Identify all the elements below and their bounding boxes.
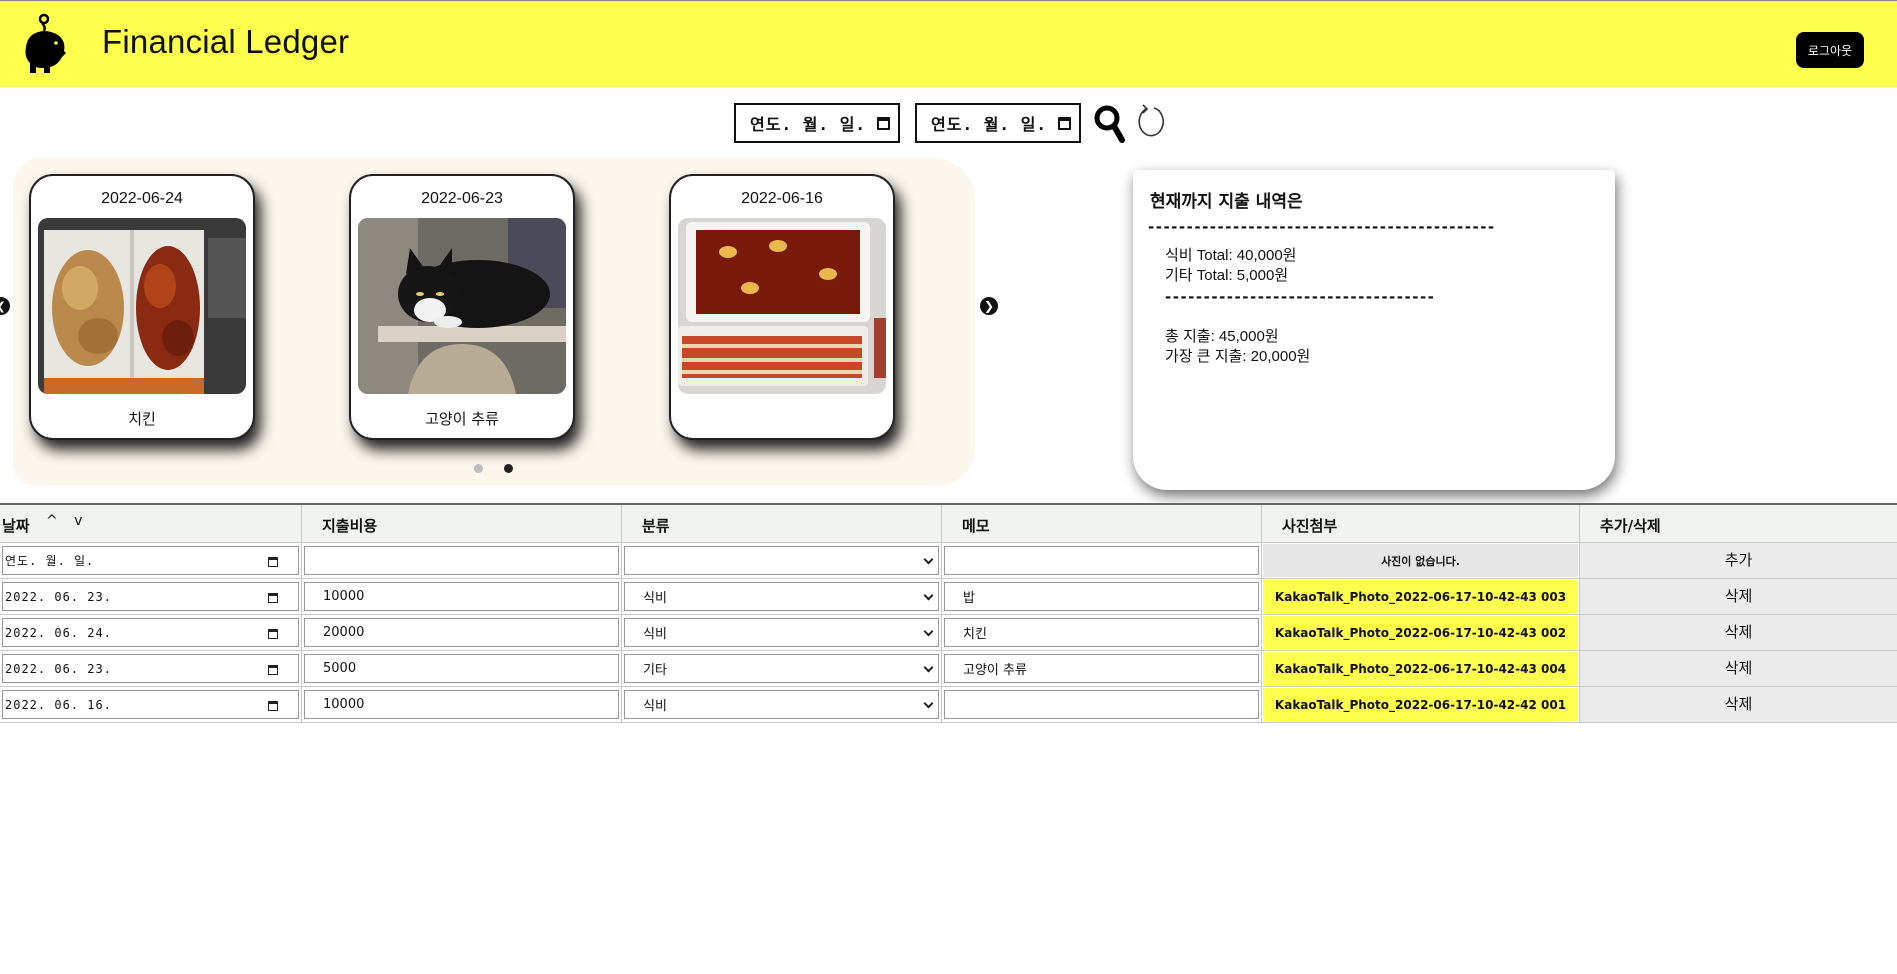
- date-input[interactable]: 2022. 06. 16.: [2, 690, 299, 719]
- piggy-bank-icon[interactable]: [22, 13, 68, 75]
- summary-divider: ----------------------------------------…: [1148, 218, 1496, 236]
- calendar-icon[interactable]: [268, 701, 278, 711]
- carousel-dot-active[interactable]: [504, 464, 513, 473]
- tteokbokki-photo: [678, 218, 886, 394]
- date-input[interactable]: 2022. 06. 24.: [2, 618, 299, 647]
- delete-button[interactable]: 삭제: [1580, 579, 1897, 614]
- category-value: 식비: [643, 591, 667, 606]
- calendar-icon[interactable]: [268, 629, 278, 639]
- expense-card[interactable]: 2022-06-16: [669, 174, 895, 440]
- column-header-photo: 사진첨부: [1262, 505, 1580, 543]
- other-total: 기타 Total: 5,000원: [1165, 267, 1289, 284]
- calendar-icon[interactable]: [268, 593, 278, 603]
- column-header-memo: 메모: [942, 505, 1262, 543]
- chevron-down-icon: [923, 554, 934, 565]
- category-value: 기타: [643, 663, 667, 678]
- card-label: 고양이 추류: [425, 410, 499, 428]
- category-value: 식비: [643, 699, 667, 714]
- date-value: 2022. 06. 16.: [5, 697, 112, 712]
- column-header-category: 분류: [622, 505, 942, 543]
- carousel-next-arrow-icon[interactable]: ❯: [980, 297, 998, 315]
- end-date-value: 연도. 월. 일.: [931, 115, 1048, 134]
- column-header-date[interactable]: 날짜 ^ v: [0, 505, 302, 543]
- date-value: 연도. 월. 일.: [5, 554, 95, 568]
- memo-input[interactable]: [944, 546, 1259, 575]
- category-value: 식비: [643, 627, 667, 642]
- delete-button[interactable]: 삭제: [1580, 651, 1897, 686]
- sort-arrows-icon[interactable]: ^ v: [46, 513, 88, 529]
- memo-input[interactable]: [944, 690, 1259, 719]
- amount-input[interactable]: [304, 546, 619, 575]
- app-header: Financial Ledger 로그아웃: [0, 0, 1897, 87]
- chevron-down-icon: [923, 626, 934, 637]
- expense-card[interactable]: 2022-06-23 고양이 추류: [349, 174, 575, 440]
- column-header-date-label: 날짜: [2, 517, 30, 535]
- card-date: 2022-06-23: [421, 190, 503, 207]
- memo-input[interactable]: 밥: [944, 582, 1259, 611]
- photo-file-link[interactable]: KakaoTalk_Photo_2022-06-17-10-42-43 002: [1263, 616, 1578, 649]
- photo-file-link[interactable]: KakaoTalk_Photo_2022-06-17-10-42-43 004: [1263, 652, 1578, 685]
- table-row: 2022. 06. 24. 20000 식비 치킨 KakaoTalk_Phot…: [0, 615, 1897, 651]
- column-header-action: 추가/삭제: [1580, 505, 1897, 543]
- date-value: 2022. 06. 23.: [5, 661, 112, 676]
- delete-button[interactable]: 삭제: [1580, 687, 1897, 722]
- summary-heading: 현재까지 지출 내역은: [1150, 192, 1303, 212]
- category-select[interactable]: 식비: [624, 582, 939, 611]
- amount-input[interactable]: 5000: [304, 654, 619, 683]
- app-title: Financial Ledger: [102, 23, 350, 60]
- largest-expense: 가장 큰 지출: 20,000원: [1165, 348, 1311, 365]
- chevron-down-icon: [923, 590, 934, 601]
- search-icon[interactable]: [1094, 102, 1126, 144]
- add-button[interactable]: 추가: [1580, 543, 1897, 578]
- chevron-down-icon: [923, 698, 934, 709]
- date-value: 2022. 06. 23.: [5, 589, 112, 604]
- summary-divider: -----------------------------------: [1165, 288, 1436, 306]
- table-row: 2022. 06. 16. 10000 식비 KakaoTalk_Photo_2…: [0, 687, 1897, 723]
- card-date: 2022-06-24: [101, 190, 183, 207]
- food-total: 식비 Total: 40,000원: [1165, 247, 1297, 264]
- refresh-icon[interactable]: [1136, 102, 1166, 144]
- column-header-amount: 지출비용: [302, 505, 622, 543]
- table-row: 2022. 06. 23. 10000 식비 밥 KakaoTalk_Photo…: [0, 579, 1897, 615]
- date-input[interactable]: 2022. 06. 23.: [2, 582, 299, 611]
- expense-table: 날짜 ^ v 지출비용 분류 메모 사진첨부 추가/삭제 연도. 월. 일. 사…: [0, 503, 1897, 723]
- start-date-input[interactable]: 연도. 월. 일.: [734, 103, 900, 143]
- calendar-icon[interactable]: [1058, 117, 1071, 130]
- memo-input[interactable]: 고양이 추류: [944, 654, 1259, 683]
- start-date-value: 연도. 월. 일.: [750, 115, 867, 134]
- chevron-down-icon: [923, 662, 934, 673]
- amount-input[interactable]: 10000: [304, 690, 619, 719]
- delete-button[interactable]: 삭제: [1580, 615, 1897, 650]
- date-input[interactable]: 연도. 월. 일.: [2, 546, 299, 575]
- table-row: 2022. 06. 23. 5000 기타 고양이 추류 KakaoTalk_P…: [0, 651, 1897, 687]
- photo-file-link[interactable]: KakaoTalk_Photo_2022-06-17-10-42-43 003: [1263, 580, 1578, 613]
- end-date-input[interactable]: 연도. 월. 일.: [915, 103, 1081, 143]
- logout-button[interactable]: 로그아웃: [1796, 32, 1864, 68]
- calendar-icon[interactable]: [268, 665, 278, 675]
- photo-file-link[interactable]: KakaoTalk_Photo_2022-06-17-10-42-42 001: [1263, 688, 1578, 721]
- expense-summary-panel: 현재까지 지출 내역은 ----------------------------…: [1133, 170, 1615, 490]
- carousel-dot[interactable]: [474, 464, 483, 473]
- calendar-icon[interactable]: [268, 557, 278, 567]
- date-input[interactable]: 2022. 06. 23.: [2, 654, 299, 683]
- category-select[interactable]: 식비: [624, 618, 939, 647]
- calendar-icon[interactable]: [877, 117, 890, 130]
- memo-input[interactable]: 치킨: [944, 618, 1259, 647]
- date-value: 2022. 06. 24.: [5, 625, 112, 640]
- amount-input[interactable]: 20000: [304, 618, 619, 647]
- amount-input[interactable]: 10000: [304, 582, 619, 611]
- card-label: 치킨: [128, 410, 156, 428]
- category-select[interactable]: 식비: [624, 690, 939, 719]
- cat-photo: [358, 218, 566, 394]
- table-header-row: 날짜 ^ v 지출비용 분류 메모 사진첨부 추가/삭제: [0, 505, 1897, 543]
- fried-chicken-photo: [38, 218, 246, 394]
- category-select[interactable]: 기타: [624, 654, 939, 683]
- card-date: 2022-06-16: [741, 190, 823, 207]
- new-entry-row: 연도. 월. 일. 사진이 없습니다. 추가: [0, 543, 1897, 579]
- photo-upload-button[interactable]: 사진이 없습니다.: [1263, 544, 1578, 577]
- grand-total: 총 지출: 45,000원: [1165, 328, 1279, 345]
- category-select[interactable]: [624, 546, 939, 575]
- expense-card[interactable]: 2022-06-24 치킨: [29, 174, 255, 440]
- carousel-prev-arrow-icon[interactable]: ❮: [0, 297, 10, 315]
